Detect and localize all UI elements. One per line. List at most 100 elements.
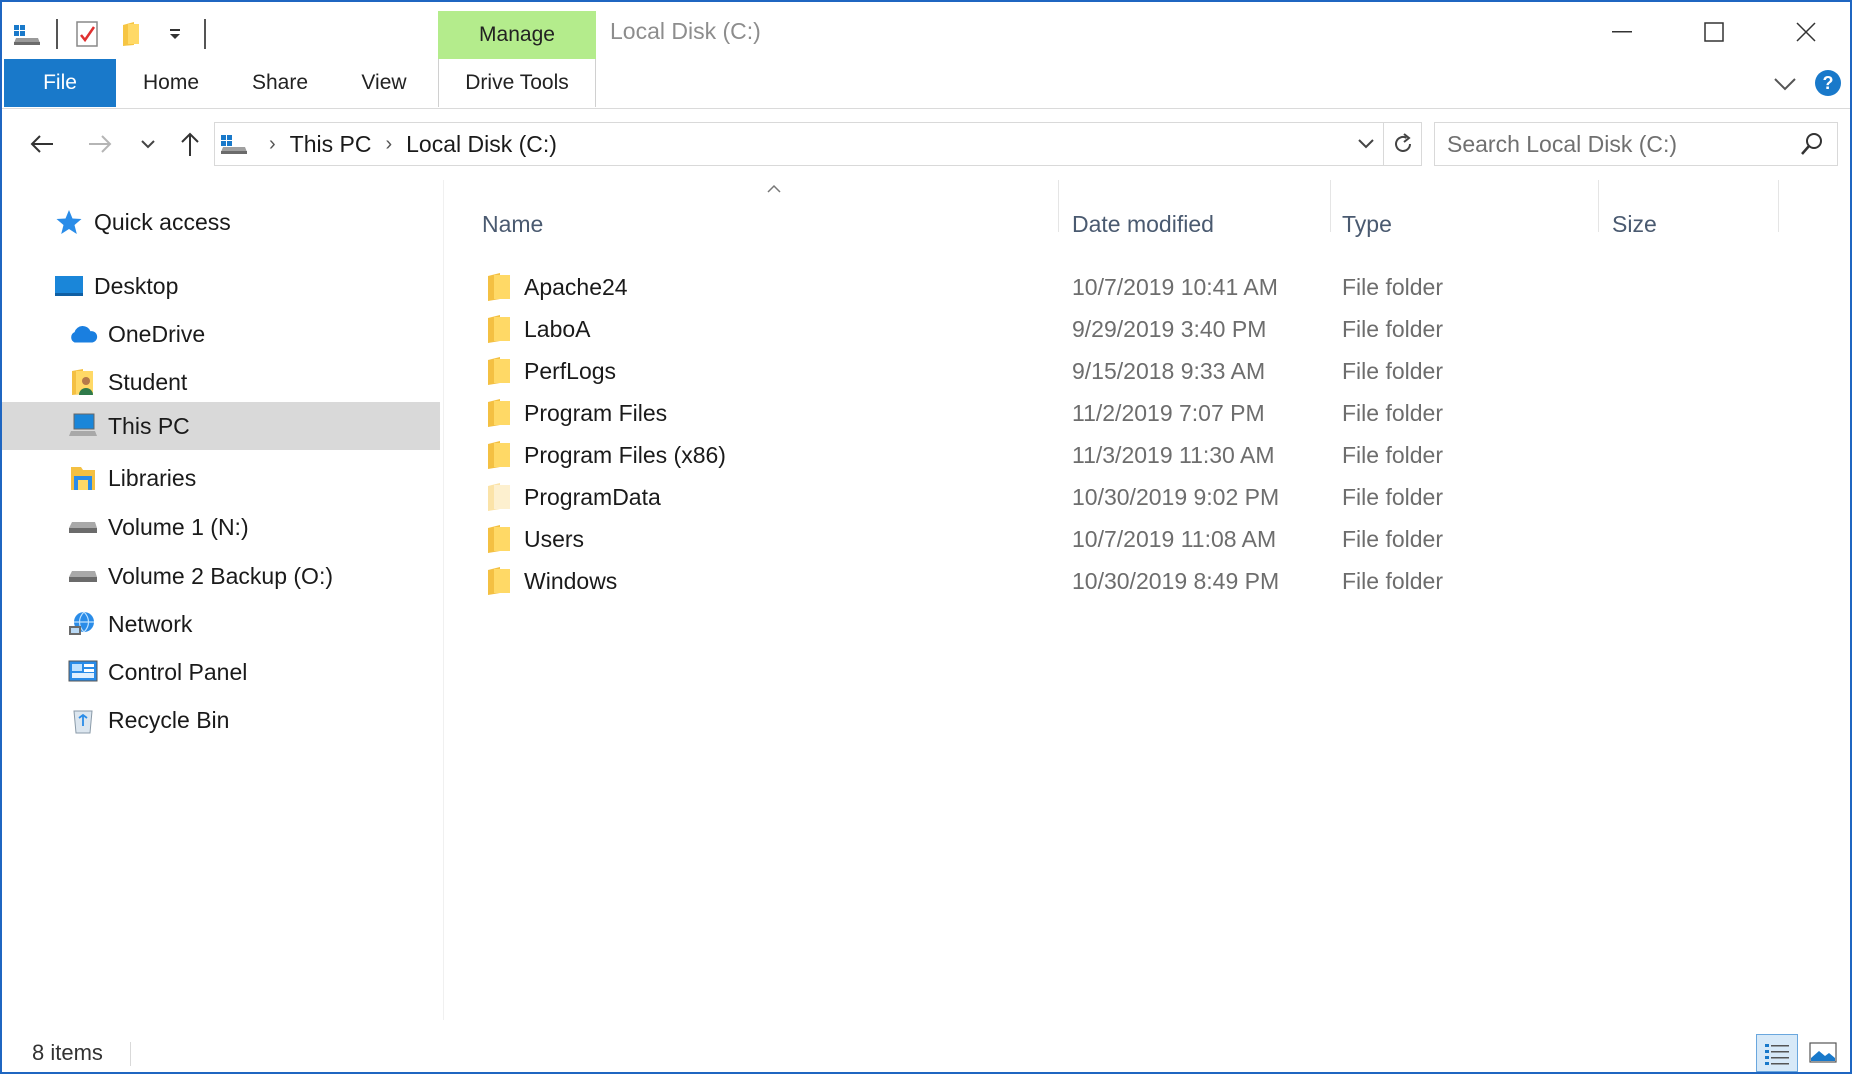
drive-icon [68, 561, 98, 591]
nav-item-label: This PC [108, 412, 190, 439]
drive-icon [219, 130, 255, 158]
help-icon: ? [1815, 70, 1841, 96]
file-type: File folder [1342, 316, 1443, 342]
breadcrumb-separator-icon[interactable]: › [269, 133, 276, 156]
expand-ribbon-button[interactable] [1770, 69, 1800, 99]
file-row[interactable]: Apache24 10/7/2019 10:41 AM File folder [476, 266, 1626, 308]
file-type: File folder [1342, 400, 1443, 426]
back-button[interactable] [22, 124, 62, 164]
file-type: File folder [1342, 274, 1443, 300]
chevron-down-icon [1358, 139, 1374, 149]
column-divider[interactable] [1598, 180, 1599, 232]
tab-view[interactable]: View [340, 59, 428, 107]
help-button[interactable]: ? [1814, 69, 1842, 97]
up-arrow-icon [181, 132, 199, 156]
minimize-icon [1612, 31, 1632, 33]
column-divider[interactable] [1058, 180, 1059, 232]
file-row[interactable]: LaboA 9/29/2019 3:40 PM File folder [476, 308, 1626, 350]
forward-arrow-icon [89, 135, 112, 153]
network-icon [68, 609, 98, 639]
column-header-type[interactable]: Type [1342, 194, 1598, 254]
file-row[interactable]: PerfLogs 9/15/2018 9:33 AM File folder [476, 350, 1626, 392]
file-date-modified: 10/7/2019 10:41 AM [1072, 274, 1278, 300]
folder-icon [488, 441, 510, 469]
nav-item-control-panel[interactable]: Control Panel [2, 648, 440, 696]
nav-item-libraries[interactable]: Libraries [2, 454, 440, 502]
file-name: Windows [524, 568, 618, 594]
desktop-icon [54, 271, 84, 301]
folder-icon [488, 399, 510, 427]
title-bar: Manage Local Disk (C:) [2, 2, 1850, 66]
file-date-modified: 9/15/2018 9:33 AM [1072, 358, 1266, 384]
large-icons-view-icon [1809, 1042, 1837, 1063]
search-input[interactable] [1447, 130, 1787, 158]
close-button[interactable] [1760, 2, 1852, 62]
nav-item-label: Control Panel [108, 658, 248, 685]
new-folder-icon[interactable] [116, 19, 146, 49]
file-name: ProgramData [524, 484, 661, 510]
search-icon[interactable] [1797, 129, 1827, 159]
item-count: 8 items [32, 1040, 103, 1065]
nav-item-onedrive[interactable]: OneDrive [2, 310, 440, 358]
tab-file[interactable]: File [4, 59, 116, 107]
breadcrumb-this-pc[interactable]: This PC [290, 131, 372, 158]
file-row[interactable]: Users 10/7/2019 11:08 AM File folder [476, 518, 1626, 560]
navigation-bar: › This PC › Local Disk (C:) [2, 110, 1850, 180]
file-row[interactable]: Program Files (x86) 11/3/2019 11:30 AM F… [476, 434, 1626, 476]
nav-item-label: Network [108, 610, 193, 637]
svg-text:?: ? [1823, 73, 1834, 93]
file-name: Program Files [524, 400, 668, 426]
nav-item-label: Libraries [108, 464, 197, 491]
breadcrumb-separator-icon[interactable]: › [385, 133, 392, 156]
maximize-icon [1704, 22, 1724, 42]
column-header-name[interactable]: Name [482, 194, 1098, 254]
drive-app-icon[interactable] [12, 19, 42, 49]
file-type: File folder [1342, 568, 1443, 594]
refresh-button[interactable] [1383, 123, 1421, 165]
user-folder-icon [68, 367, 98, 397]
properties-icon[interactable] [72, 19, 102, 49]
nav-item-volume-1[interactable]: Volume 1 (N:) [2, 503, 440, 551]
file-type: File folder [1342, 358, 1443, 384]
column-header-date-modified[interactable]: Date modified [1072, 194, 1328, 254]
nav-item-quick-access[interactable]: Quick access [2, 198, 440, 246]
details-view-button[interactable] [1756, 1034, 1798, 1072]
address-bar[interactable]: › This PC › Local Disk (C:) [214, 122, 1422, 166]
tab-home[interactable]: Home [120, 59, 222, 107]
tab-drive-tools[interactable]: Drive Tools [438, 59, 596, 107]
nav-item-volume-2-backup[interactable]: Volume 2 Backup (O:) [2, 552, 440, 600]
nav-item-label: Recycle Bin [108, 706, 230, 733]
nav-item-network[interactable]: Network [2, 600, 440, 648]
large-icons-view-button[interactable] [1802, 1034, 1844, 1072]
file-row[interactable]: ProgramData 10/30/2019 9:02 PM File fold… [476, 476, 1626, 518]
search-box[interactable] [1434, 122, 1838, 166]
navigation-pane: Quick access Desktop OneDrive Student Th… [2, 180, 444, 1020]
file-name: Program Files (x86) [524, 442, 726, 468]
recycle-bin-icon [68, 705, 98, 735]
file-explorer-window: Manage Local Disk (C:) File Home Share V… [0, 0, 1852, 1074]
nav-item-this-pc[interactable]: This PC [2, 402, 440, 450]
nav-item-desktop[interactable]: Desktop [2, 262, 440, 310]
file-row[interactable]: Program Files 11/2/2019 7:07 PM File fol… [476, 392, 1626, 434]
nav-item-student[interactable]: Student [2, 358, 440, 406]
forward-button[interactable] [80, 124, 120, 164]
manage-contextual-tab[interactable]: Manage [438, 11, 596, 59]
column-divider[interactable] [1778, 180, 1779, 232]
customize-toolbar-dropdown-icon[interactable] [160, 19, 190, 49]
address-history-button[interactable] [1349, 124, 1383, 164]
file-row[interactable]: Windows 10/30/2019 8:49 PM File folder [476, 560, 1626, 602]
column-header-size[interactable]: Size [1612, 194, 1782, 254]
recent-locations-button[interactable] [128, 124, 168, 164]
manage-label: Manage [479, 23, 555, 46]
folder-icon [488, 567, 510, 595]
maximize-button[interactable] [1668, 2, 1760, 62]
minimize-button[interactable] [1576, 2, 1668, 62]
file-date-modified: 10/30/2019 9:02 PM [1072, 484, 1280, 510]
column-divider[interactable] [1330, 180, 1331, 232]
tab-share[interactable]: Share [230, 59, 330, 107]
quick-access-toolbar [12, 16, 206, 52]
breadcrumb-local-disk[interactable]: Local Disk (C:) [406, 131, 557, 158]
up-button[interactable] [170, 124, 210, 164]
folder-icon [488, 315, 510, 343]
nav-item-recycle-bin[interactable]: Recycle Bin [2, 696, 440, 744]
